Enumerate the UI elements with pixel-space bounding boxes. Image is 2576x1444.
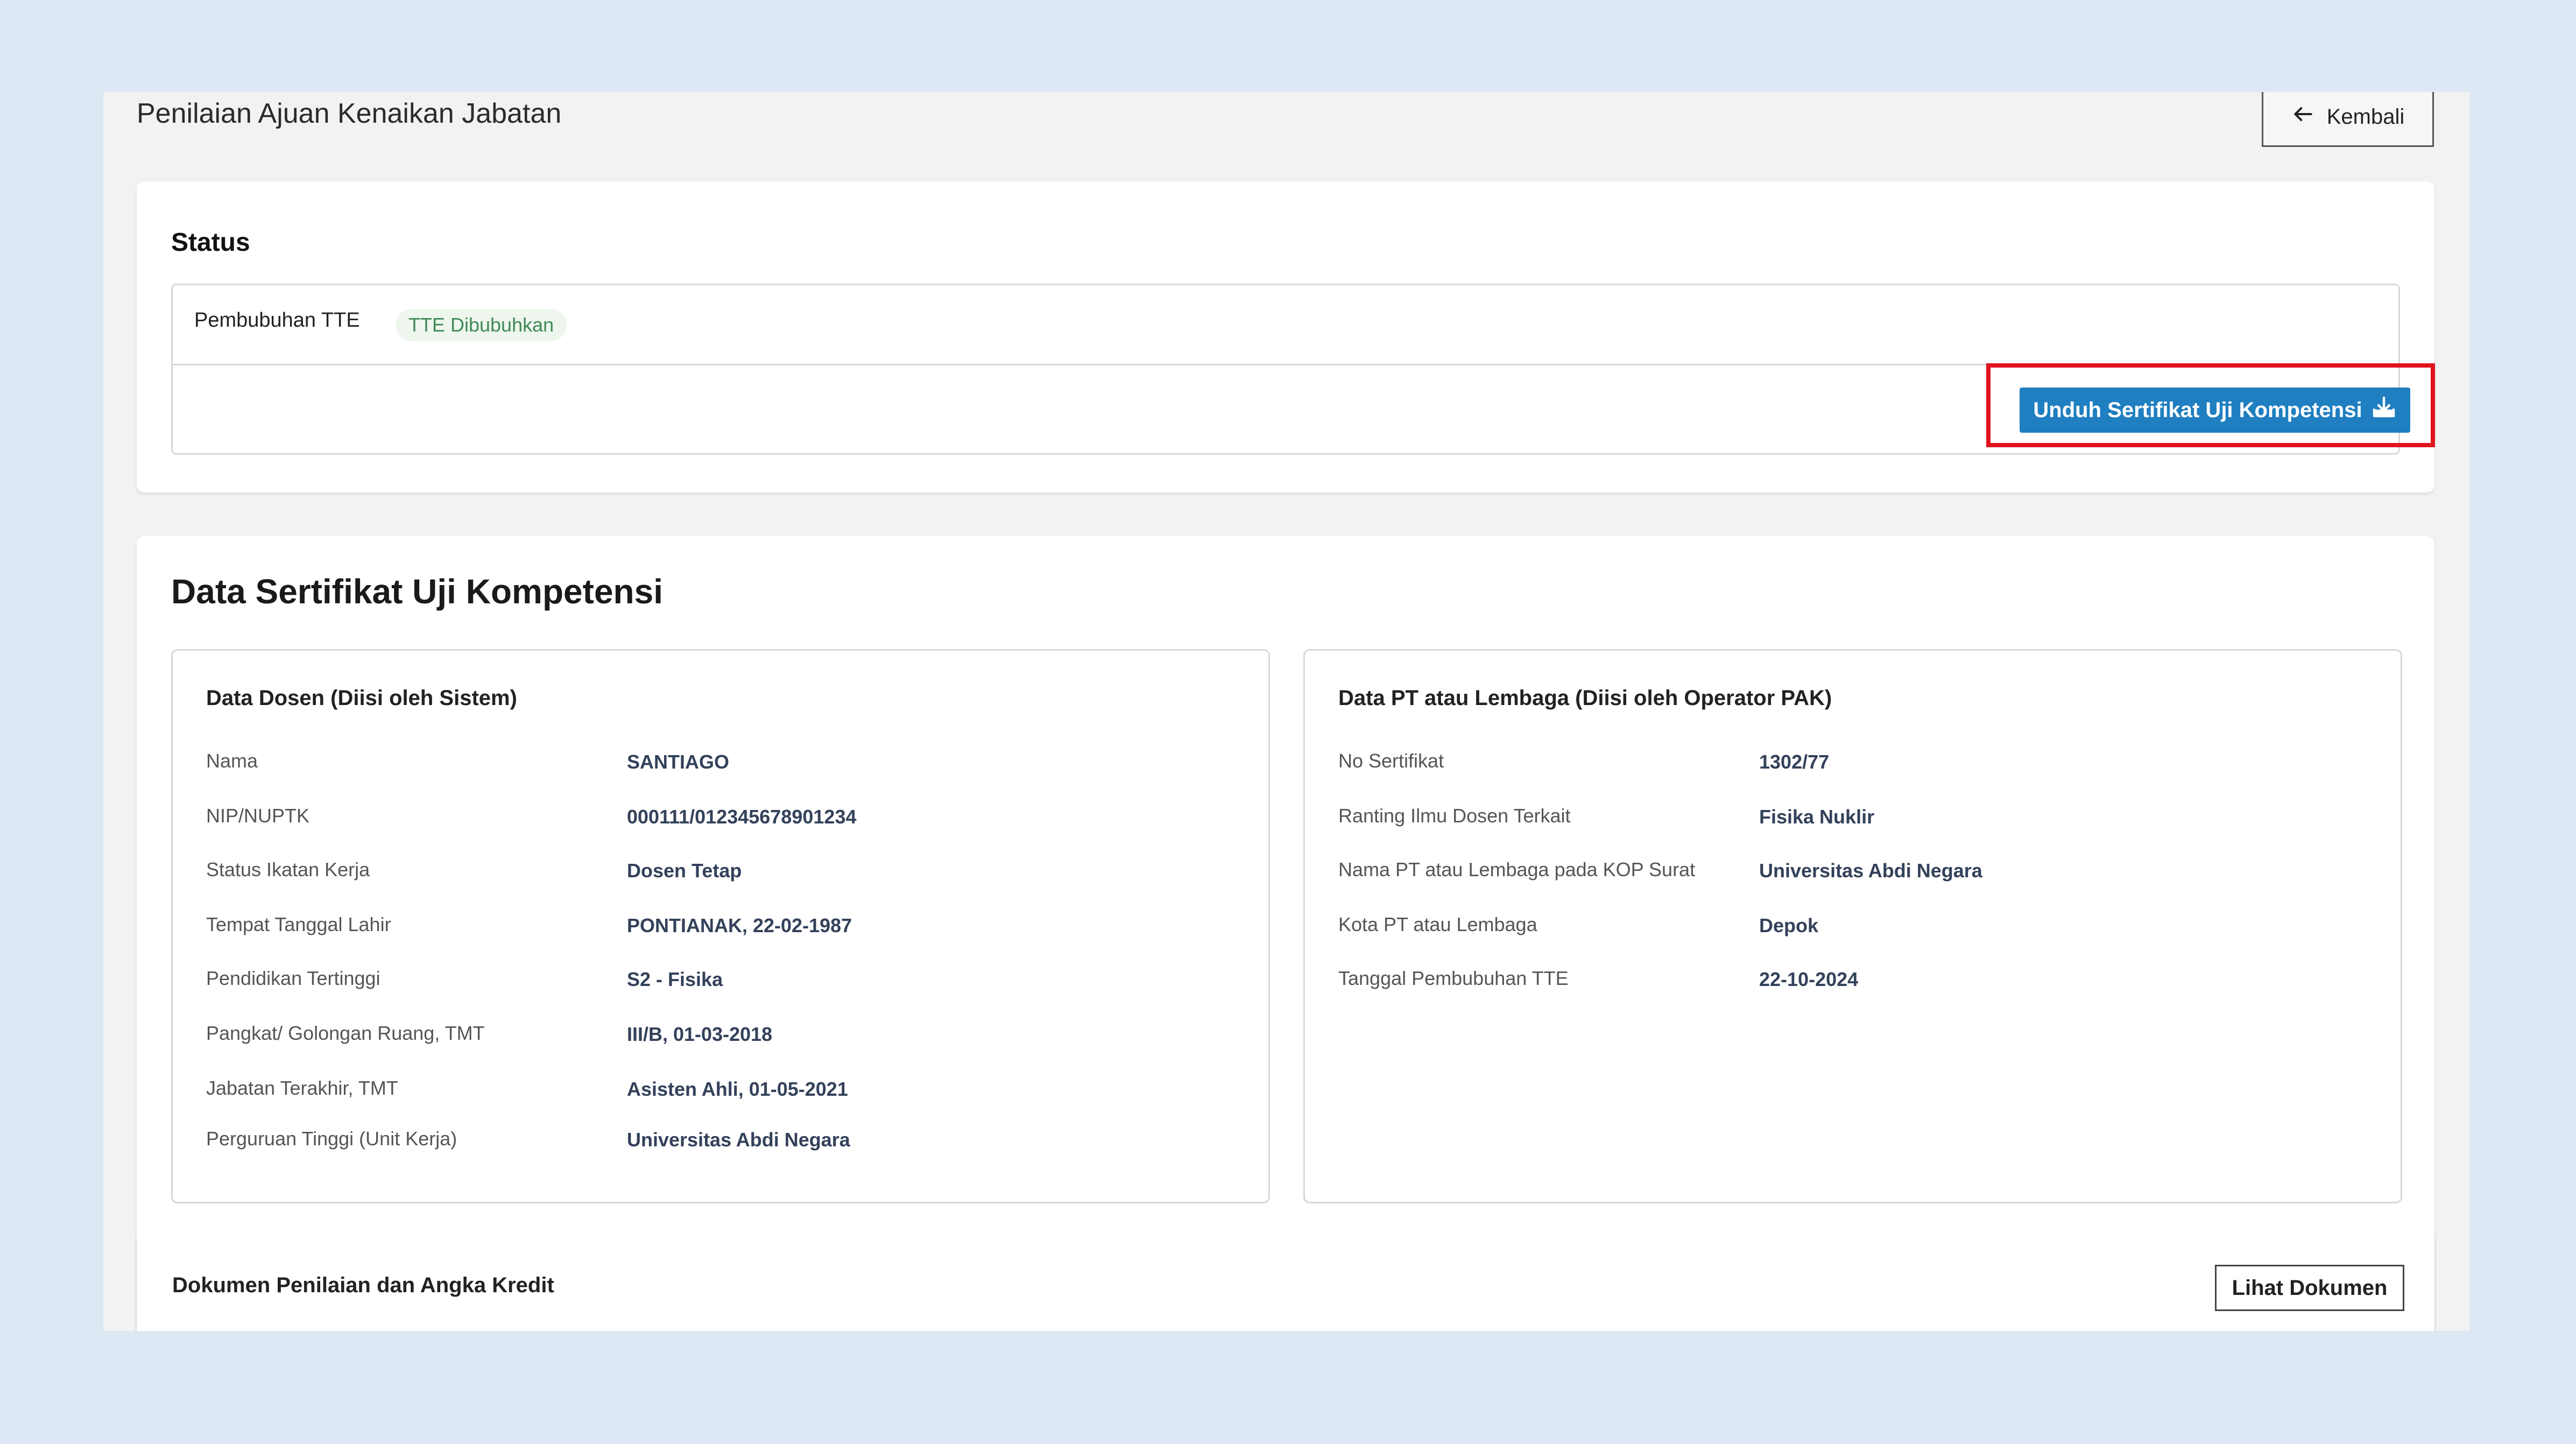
tte-status-label: Pembubuhan TTE: [194, 309, 360, 332]
row-value: PONTIANAK, 22-02-1987: [627, 914, 852, 936]
page-title: Penilaian Ajuan Kenaikan Jabatan: [137, 98, 562, 129]
certificate-card: Data Sertifikat Uji Kompetensi Data Dose…: [137, 536, 2434, 1331]
status-title: Status: [171, 228, 250, 257]
row-label: Tanggal Pembubuhan TTE: [1338, 967, 1569, 989]
row-label: No Sertifikat: [1338, 750, 1444, 772]
lecturer-row: Pangkat/ Golongan Ruang, TMT III/B, 01-0…: [206, 1022, 1229, 1049]
row-value: III/B, 01-03-2018: [627, 1023, 773, 1045]
back-button[interactable]: Kembali: [2262, 92, 2434, 147]
row-label: Tempat Tanggal Lahir: [206, 913, 391, 935]
row-label: Nama: [206, 750, 258, 772]
lecturer-panel: Data Dosen (Diisi oleh Sistem) Nama SANT…: [171, 649, 1270, 1203]
institution-panel: Data PT atau Lembaga (Diisi oleh Operato…: [1303, 649, 2402, 1203]
institution-row: Kota PT atau Lembaga Depok: [1338, 913, 2361, 940]
certificate-title: Data Sertifikat Uji Kompetensi: [171, 572, 663, 611]
row-value: 000111/012345678901234: [627, 806, 857, 828]
institution-row: Nama PT atau Lembaga pada KOP Surat Univ…: [1338, 858, 2361, 885]
row-value: Universitas Abdi Negara: [1759, 860, 1982, 882]
row-label: Nama PT atau Lembaga pada KOP Surat: [1338, 858, 1696, 881]
download-certificate-button[interactable]: Unduh Sertifikat Uji Kompetensi: [2020, 388, 2410, 433]
row-value: SANTIAGO: [627, 751, 730, 773]
status-card: Status Pembubuhan TTE TTE Dibubuhkan Und…: [137, 181, 2435, 492]
row-value: Fisika Nuklir: [1759, 806, 1875, 828]
page-container: Penilaian Ajuan Kenaikan Jabatan Kembali…: [103, 92, 2469, 1331]
institution-row: Ranting Ilmu Dosen Terkait Fisika Nuklir: [1338, 805, 2361, 832]
row-value: Dosen Tetap: [627, 860, 742, 882]
download-certificate-label: Unduh Sertifikat Uji Kompetensi: [2033, 398, 2362, 422]
row-label: Status Ikatan Kerja: [206, 858, 370, 881]
row-label: Kota PT atau Lembaga: [1338, 913, 1537, 935]
row-label: Pangkat/ Golongan Ruang, TMT: [206, 1022, 485, 1044]
view-document-button[interactable]: Lihat Dokumen: [2215, 1265, 2404, 1311]
row-value: S2 - Fisika: [627, 968, 723, 990]
row-value: Universitas Abdi Negara: [627, 1129, 850, 1151]
documents-title: Dokumen Penilaian dan Angka Kredit: [172, 1273, 554, 1297]
status-row: Pembubuhan TTE TTE Dibubuhkan: [173, 285, 2398, 365]
lecturer-row: Perguruan Tinggi (Unit Kerja) Universita…: [206, 1128, 1229, 1154]
lecturer-panel-title: Data Dosen (Diisi oleh Sistem): [206, 686, 517, 710]
institution-row: Tanggal Pembubuhan TTE 22-10-2024: [1338, 967, 2361, 994]
row-value: 1302/77: [1759, 751, 1830, 773]
row-value: Asisten Ahli, 01-05-2021: [627, 1078, 848, 1100]
row-label: NIP/NUPTK: [206, 805, 310, 827]
arrow-left-icon: [2291, 102, 2315, 131]
institution-row: No Sertifikat 1302/77: [1338, 750, 2361, 777]
institution-panel-title: Data PT atau Lembaga (Diisi oleh Operato…: [1338, 686, 1832, 710]
lecturer-row: Status Ikatan Kerja Dosen Tetap: [206, 858, 1229, 885]
row-label: Jabatan Terakhir, TMT: [206, 1077, 398, 1099]
row-label: Perguruan Tinggi (Unit Kerja): [206, 1128, 457, 1150]
lecturer-row: Tempat Tanggal Lahir PONTIANAK, 22-02-19…: [206, 913, 1229, 940]
download-tray-icon: [2371, 395, 2397, 426]
lecturer-row: Jabatan Terakhir, TMT Asisten Ahli, 01-0…: [206, 1077, 1229, 1104]
lecturer-row: Pendidikan Tertinggi S2 - Fisika: [206, 967, 1229, 994]
status-badge: TTE Dibubuhkan: [396, 309, 567, 341]
lecturer-row: Nama SANTIAGO: [206, 750, 1229, 777]
row-value: Depok: [1759, 914, 1819, 936]
lecturer-row: NIP/NUPTK 000111/012345678901234: [206, 805, 1229, 832]
back-button-label: Kembali: [2326, 104, 2405, 129]
documents-card: Dokumen Penilaian dan Angka Kredit Lihat…: [137, 1231, 2434, 1331]
row-value: 22-10-2024: [1759, 968, 1859, 990]
row-label: Pendidikan Tertinggi: [206, 967, 380, 989]
row-label: Ranting Ilmu Dosen Terkait: [1338, 805, 1571, 827]
